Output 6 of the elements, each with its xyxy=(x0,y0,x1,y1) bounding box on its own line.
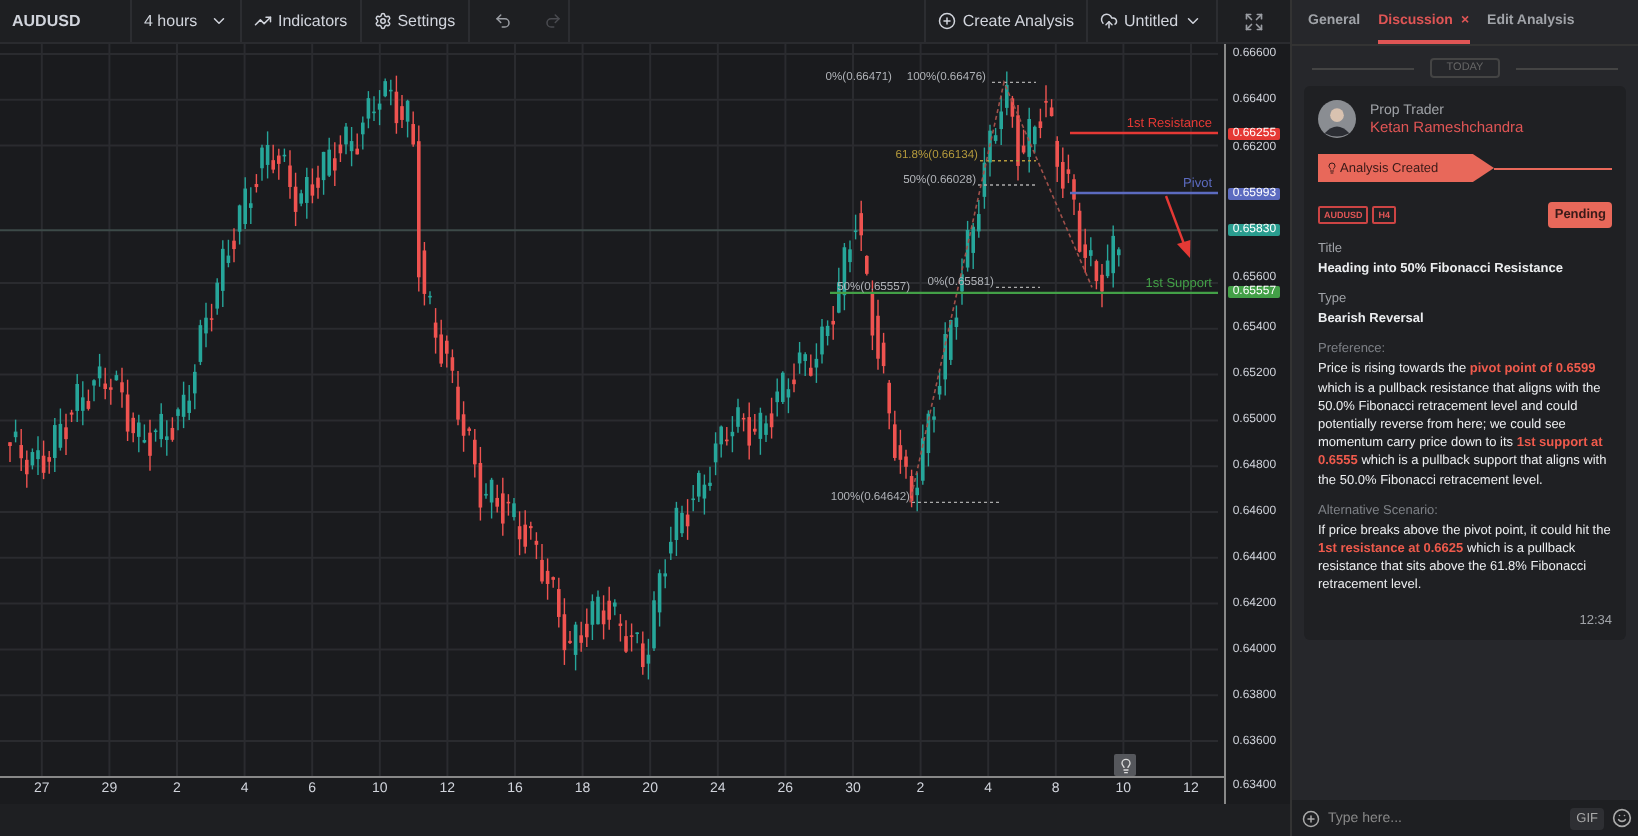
indicators-button[interactable]: Indicators xyxy=(254,12,348,30)
settings-button[interactable]: Settings xyxy=(373,12,456,30)
symbol-label: AUDUSD xyxy=(12,12,81,30)
create-analysis-button[interactable]: Create Analysis xyxy=(938,12,1074,30)
interval-dropdown[interactable]: 4 hours xyxy=(144,12,228,30)
layout-dropdown[interactable]: Untitled xyxy=(1100,12,1203,30)
